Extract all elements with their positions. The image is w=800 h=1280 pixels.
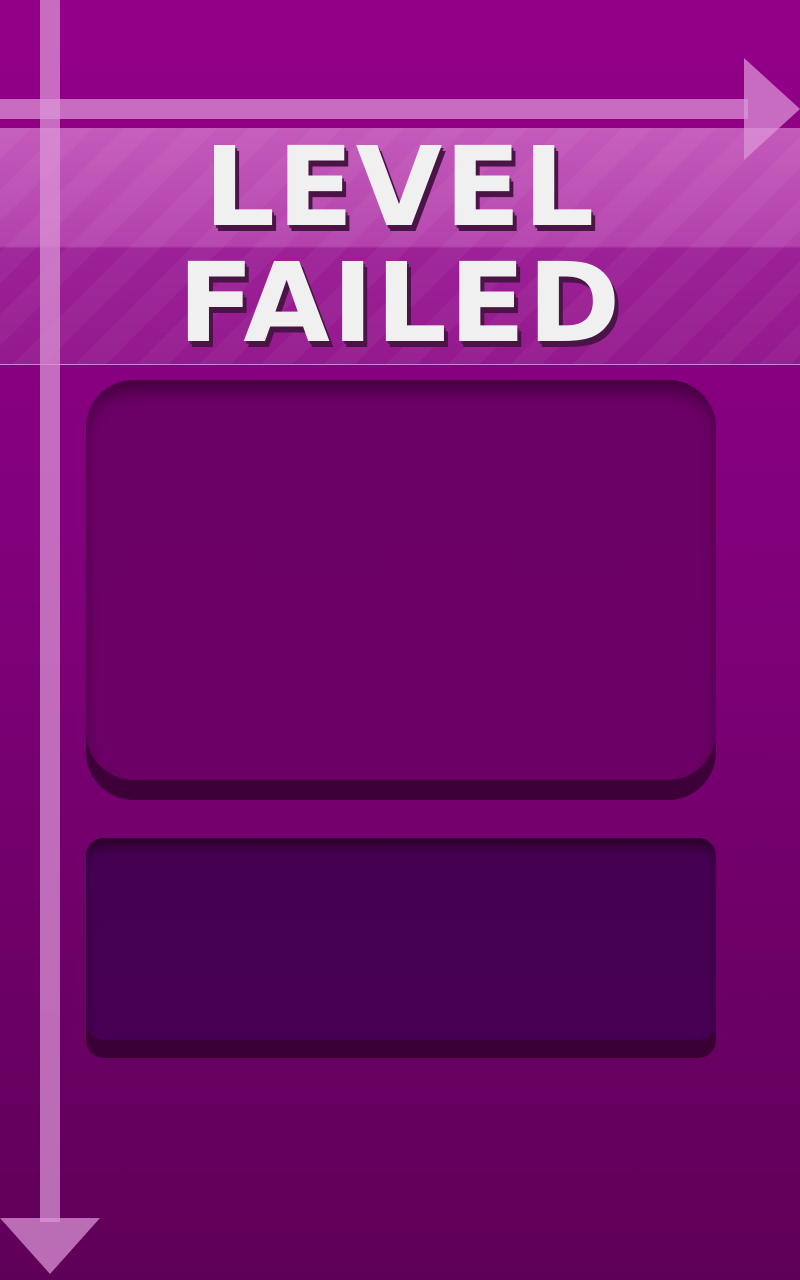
arrow-right-head-icon: [744, 58, 800, 160]
level-failed-title: LEVEL FAILED: [0, 128, 800, 364]
arrow-right-icon: [0, 99, 748, 119]
results-panel: [86, 380, 716, 800]
results-panel-face: [86, 380, 716, 780]
title-line-failed: FAILED: [177, 240, 623, 368]
arrow-down-head-icon: [0, 1218, 100, 1274]
title-line-level: LEVEL: [203, 124, 597, 252]
actions-panel-face: [86, 838, 716, 1040]
arrow-down-icon: [40, 0, 60, 1222]
actions-panel: [86, 838, 716, 1058]
level-failed-screen: LEVEL FAILED: [0, 0, 800, 1280]
